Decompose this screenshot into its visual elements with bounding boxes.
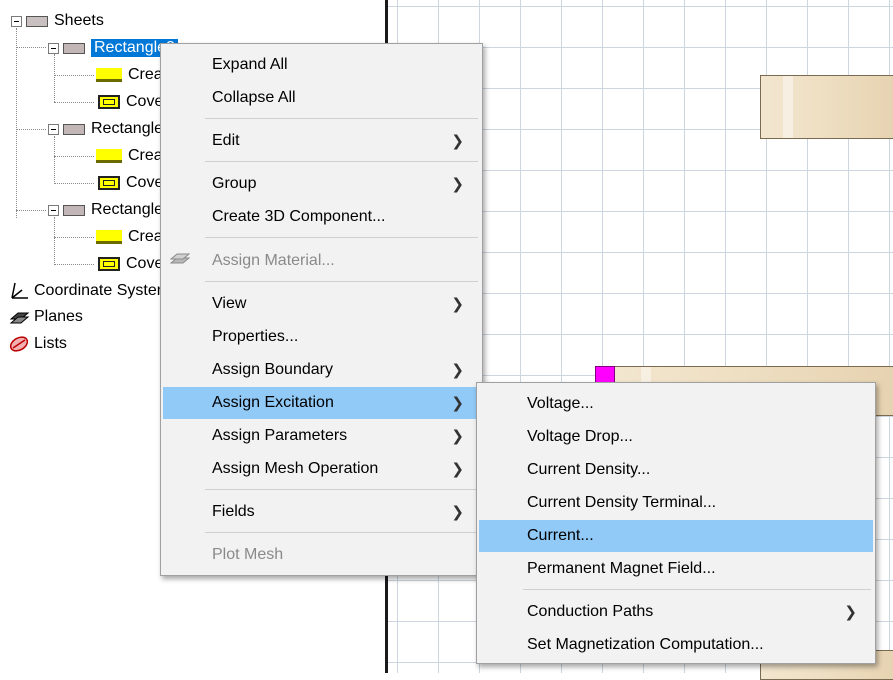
menu-item-label: Properties... bbox=[212, 328, 299, 345]
menu-separator bbox=[205, 118, 478, 119]
tree-label: Sheets bbox=[54, 12, 104, 29]
tree-item-planes[interactable]: Planes bbox=[8, 306, 83, 328]
menu-item-label: Fields bbox=[212, 503, 255, 520]
collapse-toggle[interactable] bbox=[48, 42, 59, 54]
menu-item-label: Collapse All bbox=[212, 89, 296, 106]
menu-item-expand-all[interactable]: Expand All bbox=[163, 49, 480, 81]
menu-item-label: Current Density Terminal... bbox=[527, 494, 717, 511]
cover-lines-icon bbox=[98, 257, 120, 271]
menu-item-label: Expand All bbox=[212, 56, 288, 73]
menu-item-label: Create 3D Component... bbox=[212, 208, 386, 225]
menu-item-voltage-drop[interactable]: Voltage Drop... bbox=[479, 421, 873, 453]
menu-item-properties[interactable]: Properties... bbox=[163, 321, 480, 353]
rectangle-icon bbox=[63, 123, 85, 135]
menu-item-label: Voltage... bbox=[527, 395, 594, 412]
menu-item-label: Assign Boundary bbox=[212, 361, 333, 378]
chevron-right-icon: ❯ bbox=[451, 362, 464, 379]
menu-item-label: Group bbox=[212, 175, 257, 192]
assign-excitation-submenu: Voltage... Voltage Drop... Current Densi… bbox=[476, 382, 876, 664]
material-icon bbox=[169, 253, 191, 264]
create-rectangle-icon bbox=[96, 230, 122, 244]
menu-item-label: Conduction Paths bbox=[527, 603, 654, 620]
menu-separator bbox=[205, 489, 478, 490]
context-menu: Expand All Collapse All Edit ❯ Group ❯ C… bbox=[160, 43, 483, 576]
menu-item-view[interactable]: View ❯ bbox=[163, 288, 480, 320]
menu-item-voltage[interactable]: Voltage... bbox=[479, 388, 873, 420]
menu-item-label: Edit bbox=[212, 132, 240, 149]
chevron-right-icon: ❯ bbox=[451, 395, 464, 412]
planes-icon bbox=[9, 312, 30, 324]
create-rectangle-icon bbox=[96, 149, 122, 163]
tree-item-lists[interactable]: Lists bbox=[8, 333, 67, 355]
chevron-right-icon: ❯ bbox=[451, 504, 464, 521]
cover-lines-icon bbox=[98, 95, 120, 109]
menu-item-label: Assign Mesh Operation bbox=[212, 460, 379, 477]
cover-lines-icon bbox=[98, 176, 120, 190]
menu-item-current[interactable]: Current... bbox=[479, 520, 873, 552]
menu-item-set-magnetization-computation[interactable]: Set Magnetization Computation... bbox=[479, 629, 873, 661]
menu-item-permanent-magnet-field[interactable]: Permanent Magnet Field... bbox=[479, 553, 873, 585]
chevron-right-icon: ❯ bbox=[451, 428, 464, 445]
rectangle-icon bbox=[63, 42, 85, 54]
tree-item-rectangle2[interactable]: Rectangle2 bbox=[48, 37, 178, 59]
collapse-toggle[interactable] bbox=[11, 15, 22, 27]
menu-item-plot-mesh: Plot Mesh bbox=[163, 539, 480, 571]
collapse-toggle[interactable] bbox=[48, 204, 59, 216]
tree-label: Planes bbox=[34, 308, 83, 325]
menu-item-assign-boundary[interactable]: Assign Boundary ❯ bbox=[163, 354, 480, 386]
menu-item-label: Current Density... bbox=[527, 461, 651, 478]
menu-item-label: Set Magnetization Computation... bbox=[527, 636, 764, 653]
menu-separator bbox=[205, 532, 478, 533]
menu-item-assign-material: Assign Material... bbox=[163, 245, 480, 277]
chevron-right-icon: ❯ bbox=[451, 296, 464, 313]
menu-item-assign-mesh-operation[interactable]: Assign Mesh Operation ❯ bbox=[163, 453, 480, 485]
lists-icon bbox=[9, 336, 29, 352]
menu-item-label: Voltage Drop... bbox=[527, 428, 633, 445]
menu-separator bbox=[205, 237, 478, 238]
menu-separator bbox=[205, 161, 478, 162]
menu-separator bbox=[205, 281, 478, 282]
chevron-right-icon: ❯ bbox=[451, 133, 464, 150]
tree-item-coordinate-systems[interactable]: Coordinate Systems bbox=[8, 280, 178, 302]
menu-item-current-density[interactable]: Current Density... bbox=[479, 454, 873, 486]
sheets-icon bbox=[26, 15, 48, 27]
chevron-right-icon: ❯ bbox=[844, 604, 857, 621]
menu-item-label: Assign Excitation bbox=[212, 394, 334, 411]
coordinate-axes-icon bbox=[11, 282, 28, 299]
menu-item-group[interactable]: Group ❯ bbox=[163, 168, 480, 200]
rectangle-icon bbox=[63, 204, 85, 216]
menu-separator bbox=[523, 589, 871, 590]
tree-item-rectangle3[interactable]: Rectangle3 bbox=[48, 118, 172, 140]
menu-item-label: Current... bbox=[527, 527, 594, 544]
create-rectangle-icon bbox=[96, 68, 122, 82]
menu-item-label: Assign Parameters bbox=[212, 427, 348, 444]
menu-item-conduction-paths[interactable]: Conduction Paths ❯ bbox=[479, 596, 873, 628]
menu-item-label: Plot Mesh bbox=[212, 546, 284, 563]
menu-item-collapse-all[interactable]: Collapse All bbox=[163, 82, 480, 114]
tree-item-rectangle4[interactable]: Rectangle4 bbox=[48, 199, 172, 221]
menu-item-label: Permanent Magnet Field... bbox=[527, 560, 716, 577]
model-rectangle-shape[interactable] bbox=[760, 75, 893, 139]
chevron-right-icon: ❯ bbox=[451, 461, 464, 478]
menu-item-label: View bbox=[212, 295, 247, 312]
tree-label: Coordinate Systems bbox=[34, 282, 179, 299]
menu-item-fields[interactable]: Fields ❯ bbox=[163, 496, 480, 528]
menu-item-label: Assign Material... bbox=[212, 252, 335, 269]
chevron-right-icon: ❯ bbox=[451, 176, 464, 193]
menu-item-assign-excitation[interactable]: Assign Excitation ❯ bbox=[163, 387, 480, 419]
menu-item-current-density-terminal[interactable]: Current Density Terminal... bbox=[479, 487, 873, 519]
tree-label: Lists bbox=[34, 335, 67, 352]
collapse-toggle[interactable] bbox=[48, 123, 59, 135]
menu-item-create-3d-component[interactable]: Create 3D Component... bbox=[163, 201, 480, 233]
tree-item-sheets[interactable]: Sheets bbox=[11, 10, 104, 32]
menu-item-edit[interactable]: Edit ❯ bbox=[163, 125, 480, 157]
menu-item-assign-parameters[interactable]: Assign Parameters ❯ bbox=[163, 420, 480, 452]
